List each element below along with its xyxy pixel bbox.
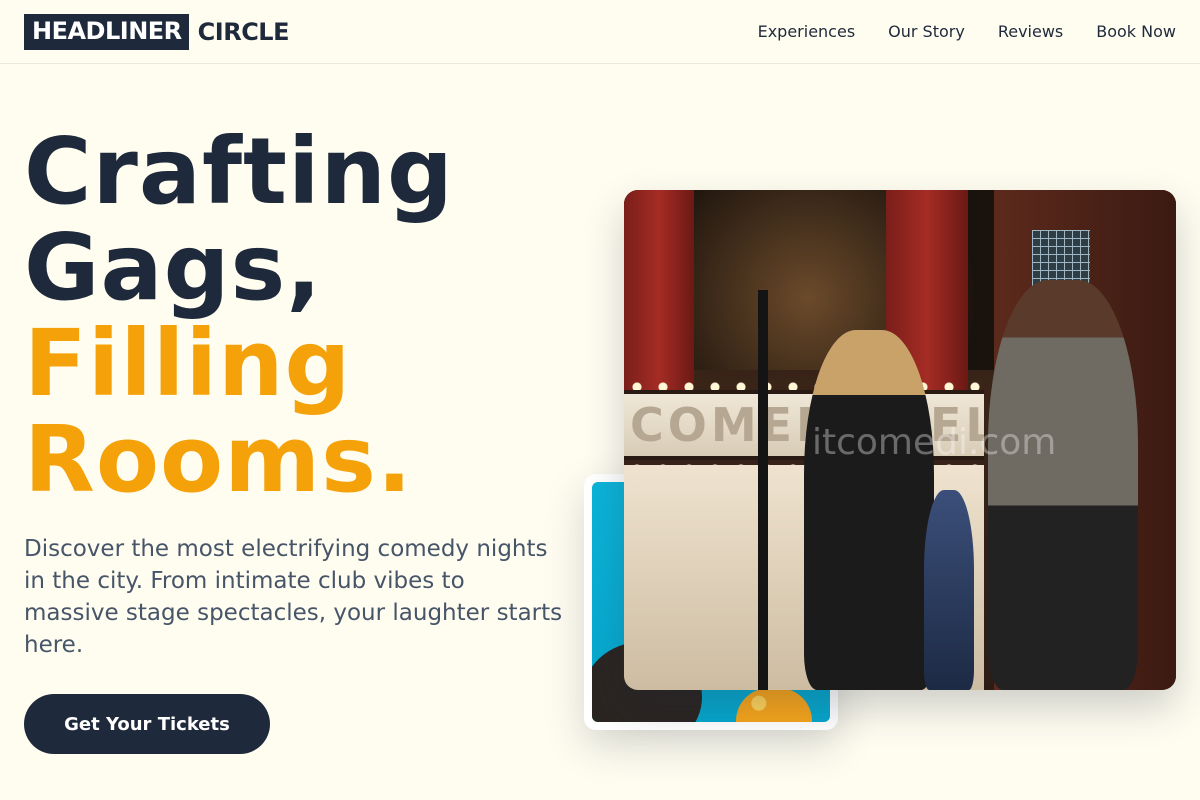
- main-photo-person-2: [988, 280, 1138, 690]
- nav-item-experiences[interactable]: Experiences: [758, 22, 856, 41]
- hero-description: Discover the most electrifying comedy ni…: [24, 536, 563, 658]
- main-photo-person-3: [924, 490, 974, 690]
- main-nav: Experiences Our Story Reviews Book Now: [758, 22, 1176, 41]
- main-photo-curtain-left: [624, 190, 694, 390]
- main-photo-person-1: [804, 330, 934, 690]
- main-photo: COMEDY CELLAR itcomedi.com: [624, 190, 1176, 690]
- main-photo-lamp-post: [758, 290, 768, 690]
- nav-item-our-story[interactable]: Our Story: [888, 22, 965, 41]
- hero-title-line-2: Gags,: [24, 214, 323, 321]
- main-photo-watermark: itcomedi.com: [812, 422, 1057, 463]
- hero-title-line-1: Crafting: [24, 118, 454, 225]
- nav-item-reviews[interactable]: Reviews: [998, 22, 1063, 41]
- hero-title-line-3: Filling: [24, 310, 352, 417]
- secondary-photo-snack: [736, 688, 812, 722]
- get-tickets-button[interactable]: Get Your Tickets: [24, 694, 270, 754]
- nav-item-book-now[interactable]: Book Now: [1096, 22, 1176, 41]
- brand-name-box: HEADLINER: [24, 13, 189, 50]
- brand-name-rest: CIRCLE: [197, 17, 290, 46]
- hero-title: Crafting Gags, Filling Rooms.: [24, 124, 454, 508]
- hero-title-line-4: Rooms.: [24, 406, 413, 513]
- site-header: HEADLINER CIRCLE Experiences Our Story R…: [0, 0, 1200, 64]
- brand-logo[interactable]: HEADLINER CIRCLE: [24, 13, 290, 50]
